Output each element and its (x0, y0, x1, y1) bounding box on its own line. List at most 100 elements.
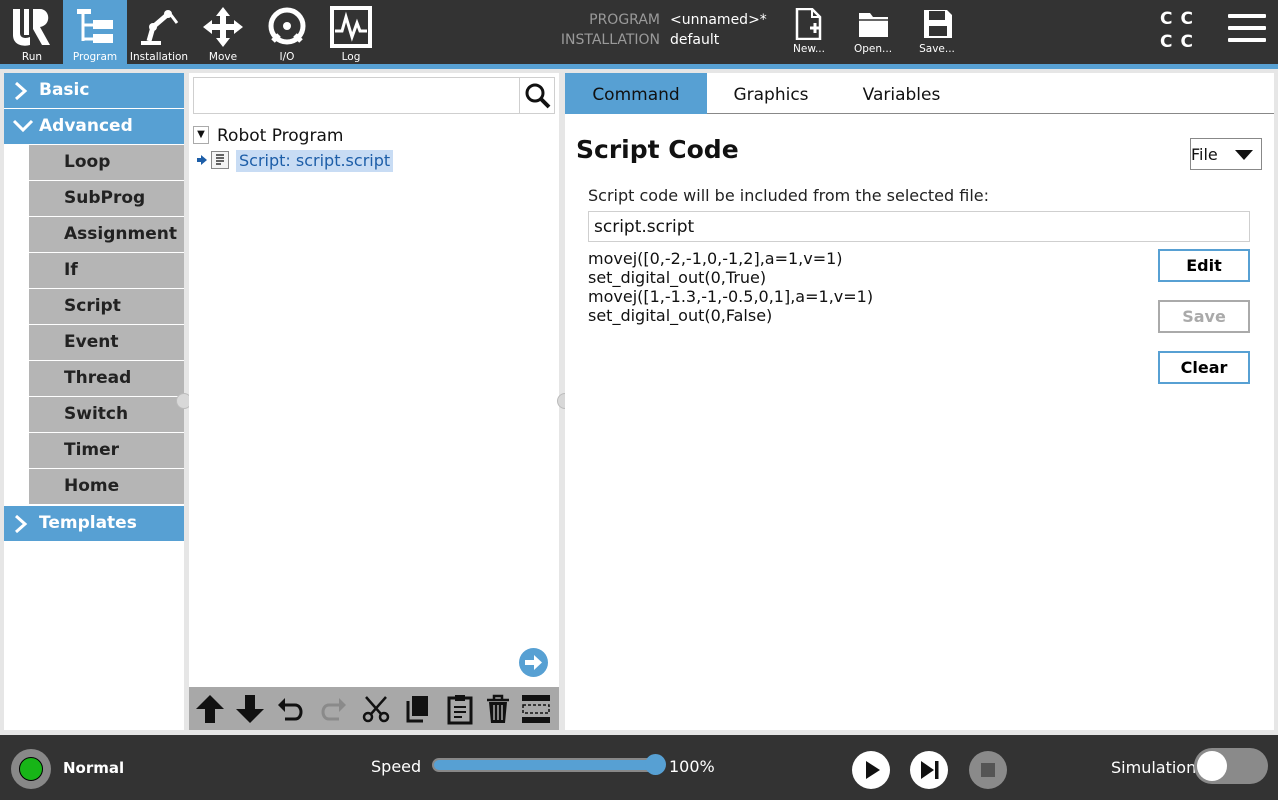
code-line-3: movej([1,-1.3,-1,-0.5,0,1],a=1,v=1) (588, 287, 874, 306)
nav-io[interactable]: I/O (255, 0, 319, 64)
category-advanced[interactable]: Advanced (4, 109, 184, 144)
simulation-toggle[interactable] (1194, 748, 1268, 784)
tree-search-input[interactable] (194, 78, 518, 113)
move-down-button[interactable] (234, 693, 266, 725)
save-file-button[interactable]: Save... (909, 6, 965, 62)
save-script-button[interactable]: Save (1158, 300, 1250, 333)
chevron-right-icon (15, 81, 28, 101)
source-select-value: File (1191, 145, 1218, 164)
nav-log[interactable]: Log (319, 0, 383, 64)
tree-search (193, 77, 555, 114)
command-panel: Command Graphics Variables Script Code F… (565, 73, 1274, 730)
node-timer-label: Timer (64, 440, 120, 460)
delete-button[interactable] (482, 693, 514, 725)
nav-move[interactable]: Move (191, 0, 255, 64)
speed-slider-handle[interactable] (645, 754, 666, 775)
undo-icon (278, 698, 303, 721)
program-info-keys: PROGRAM INSTALLATION (520, 10, 660, 50)
search-icon (525, 83, 551, 109)
suppress-icon (522, 695, 550, 723)
category-basic[interactable]: Basic (4, 73, 184, 108)
node-loop[interactable]: Loop (29, 145, 184, 180)
node-switch-label: Switch (64, 404, 129, 424)
nav-program-label: Program (72, 51, 118, 63)
script-node-icon (211, 151, 229, 169)
copy-icon (406, 696, 428, 723)
script-file-field[interactable]: script.script (588, 211, 1250, 242)
cut-button[interactable] (360, 693, 392, 725)
node-subprog[interactable]: SubProg (29, 181, 184, 216)
category-templates-label: Templates (39, 513, 137, 533)
log-icon (330, 6, 372, 48)
node-assignment[interactable]: Assignment (29, 217, 184, 252)
paste-icon (447, 695, 473, 725)
arrow-up-icon (196, 695, 224, 723)
step-button[interactable] (910, 751, 948, 789)
header-divider (0, 64, 1278, 69)
redo-icon (321, 698, 346, 721)
new-button[interactable]: New... (781, 6, 837, 62)
program-info-values: <unnamed>* default (670, 10, 767, 50)
copy-button[interactable] (401, 693, 433, 725)
node-switch[interactable]: Switch (29, 397, 184, 432)
nav-program[interactable]: Program (63, 0, 127, 64)
tab-variables[interactable]: Variables (835, 73, 968, 114)
move-up-button[interactable] (194, 693, 226, 725)
nav-installation[interactable]: Installation (127, 0, 191, 64)
category-basic-label: Basic (39, 80, 90, 100)
node-script-label: Script (64, 296, 121, 316)
search-button[interactable] (519, 78, 555, 113)
category-templates[interactable]: Templates (4, 506, 184, 541)
source-select[interactable]: File (1190, 138, 1262, 170)
node-thread[interactable]: Thread (29, 361, 184, 396)
installation-key: INSTALLATION (560, 32, 660, 48)
redo-button[interactable] (317, 693, 349, 725)
arrow-down-icon (236, 695, 264, 723)
speed-label: Speed (371, 757, 422, 776)
open-folder-icon (859, 13, 888, 37)
code-line-4: set_digital_out(0,False) (588, 306, 773, 325)
speed-value: 100% (669, 757, 715, 776)
node-event[interactable]: Event (29, 325, 184, 360)
program-icon (77, 9, 113, 43)
clear-button[interactable]: Clear (1158, 351, 1250, 384)
cc-4: C (1180, 32, 1201, 52)
new-label: New... (793, 43, 825, 55)
program-pointer-icon (197, 155, 207, 165)
ur-logo-icon (13, 9, 50, 46)
io-icon (268, 7, 306, 45)
robot-arm-icon (141, 10, 179, 45)
paste-button[interactable] (444, 693, 476, 725)
node-subprog-label: SubProg (64, 188, 146, 208)
open-label: Open... (853, 43, 893, 55)
nav-run[interactable]: Run (0, 0, 64, 64)
menu-icon[interactable] (1228, 14, 1266, 48)
goto-selected-button[interactable] (519, 648, 548, 677)
tab-command[interactable]: Command (565, 73, 707, 114)
node-home[interactable]: Home (29, 469, 184, 504)
open-button[interactable]: Open... (845, 6, 901, 62)
collapse-triangle-icon[interactable]: ▼ (193, 126, 209, 144)
node-assignment-label: Assignment (64, 224, 177, 244)
simulation-label: Simulation (1111, 758, 1197, 777)
program-key: PROGRAM (589, 12, 660, 28)
edit-button[interactable]: Edit (1158, 249, 1250, 282)
tab-bar: Command Graphics Variables (565, 73, 1274, 114)
code-line-2: set_digital_out(0,True) (588, 268, 767, 287)
node-if[interactable]: If (29, 253, 184, 288)
save-icon (924, 10, 952, 38)
suppress-button[interactable] (520, 693, 552, 725)
stop-button[interactable] (969, 751, 1007, 789)
play-button[interactable] (852, 751, 890, 789)
tree-node-script-label: Script: script.script (236, 150, 394, 172)
node-script[interactable]: Script (29, 289, 184, 324)
undo-button[interactable] (275, 693, 307, 725)
tab-graphics[interactable]: Graphics (707, 73, 835, 114)
save-label: Save... (919, 43, 955, 55)
node-timer[interactable]: Timer (29, 433, 184, 468)
trash-icon (487, 694, 509, 723)
robot-status-button[interactable] (11, 749, 51, 789)
node-home-label: Home (64, 476, 120, 496)
nav-installation-label: Installation (129, 51, 189, 63)
speed-slider[interactable] (432, 758, 657, 772)
